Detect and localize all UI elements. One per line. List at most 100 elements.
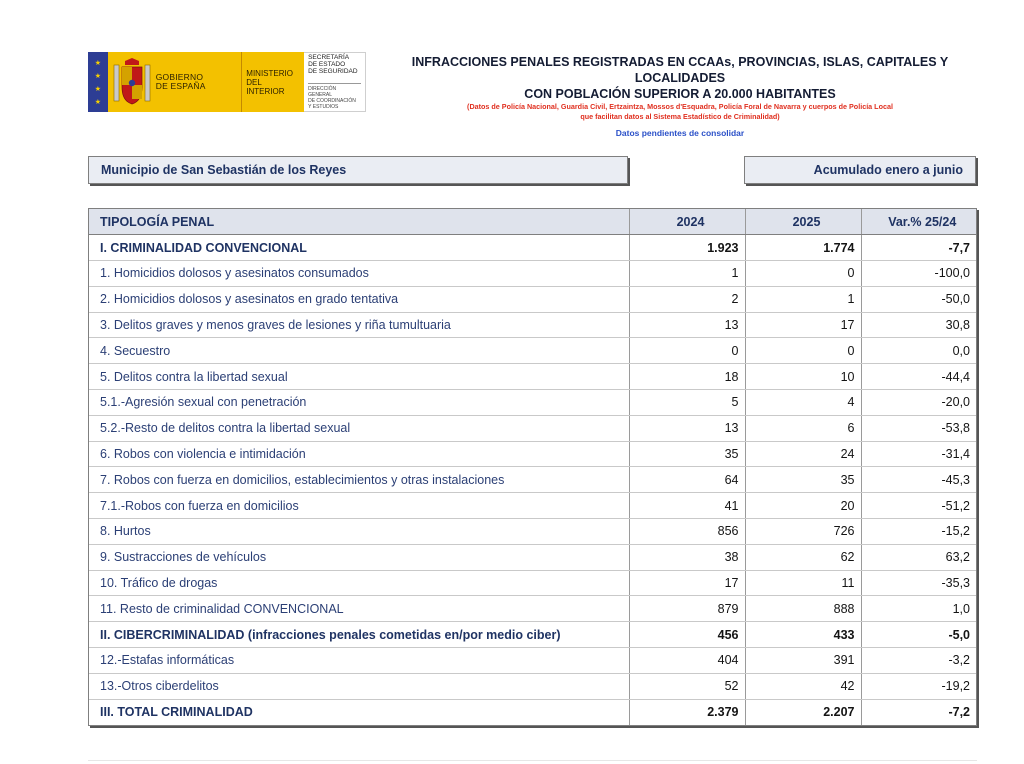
variation-value: 0,0 bbox=[861, 337, 976, 365]
row-label: 13.-Otros ciberdelitos bbox=[89, 673, 630, 700]
row-label: I. CRIMINALIDAD CONVENCIONAL bbox=[89, 234, 630, 262]
data-source-line2: que facilitan datos al Sistema Estadísti… bbox=[580, 111, 780, 121]
value-2024: 404 bbox=[629, 647, 746, 674]
table-row: 2. Homicidios dolosos y asesinatos en gr… bbox=[89, 286, 976, 313]
header-variation: Var.% 25/24 bbox=[861, 209, 976, 236]
table-row: 10. Tráfico de drogas 17 11 -35,3 bbox=[89, 570, 976, 597]
value-2024: 52 bbox=[629, 673, 746, 700]
variation-value: -15,2 bbox=[861, 518, 976, 545]
municipality-box: Municipio de San Sebastián de los Reyes bbox=[88, 156, 628, 184]
table-row: 9. Sustracciones de vehículos 38 62 63,2 bbox=[89, 544, 976, 571]
value-2025: 726 bbox=[745, 518, 862, 545]
government-logo: ★ ★ ★ ★ GOBIERNO DE ESPAÑA MINISTERIO DEL I… bbox=[88, 52, 366, 112]
value-2024: 13 bbox=[629, 312, 746, 339]
value-2024: 35 bbox=[629, 441, 746, 468]
value-2024: 0 bbox=[629, 337, 746, 365]
value-2024: 5 bbox=[629, 389, 746, 416]
header-2024: 2024 bbox=[629, 209, 746, 236]
row-label: 2. Homicidios dolosos y asesinatos en gr… bbox=[89, 286, 630, 313]
table-section-row: II. CIBERCRIMINALIDAD (infracciones pena… bbox=[89, 621, 976, 649]
value-2024: 1 bbox=[629, 260, 746, 287]
variation-value: -35,3 bbox=[861, 570, 976, 597]
row-label: 5.1.-Agresión sexual con penetración bbox=[89, 389, 630, 416]
row-label: III. TOTAL CRIMINALIDAD bbox=[89, 699, 630, 725]
value-2024: 17 bbox=[629, 570, 746, 597]
value-2025: 2.207 bbox=[745, 699, 862, 725]
value-2024: 1.923 bbox=[629, 234, 746, 262]
value-2025: 11 bbox=[745, 570, 862, 597]
row-label: 10. Tráfico de drogas bbox=[89, 570, 630, 597]
secretariat-panel: SECRETARÍA DE ESTADO DE SEGURIDAD DIRECC… bbox=[304, 52, 366, 112]
table-row: 7. Robos con fuerza en domicilios, estab… bbox=[89, 466, 976, 494]
directorate-text: DIRECCIÓN GENERAL DE COORDINACIÓN Y ESTU… bbox=[308, 83, 361, 110]
variation-value: 30,8 bbox=[861, 312, 976, 339]
variation-value: 1,0 bbox=[861, 595, 976, 623]
table-header-row: TIPOLOGÍA PENAL 2024 2025 Var.% 25/24 bbox=[89, 209, 976, 236]
row-label: 12.-Estafas informáticas bbox=[89, 647, 630, 674]
table-row: 8. Hurtos 856 726 -15,2 bbox=[89, 518, 976, 545]
report-title-line1: INFRACCIONES PENALES REGISTRADAS EN CCAA… bbox=[411, 55, 949, 85]
row-label: 7. Robos con fuerza en domicilios, estab… bbox=[89, 466, 630, 494]
variation-value: -7,7 bbox=[861, 234, 976, 262]
row-label: 1. Homicidios dolosos y asesinatos consu… bbox=[89, 260, 630, 287]
data-source-line1: (Datos de Policía Nacional, Guardia Civi… bbox=[467, 102, 893, 111]
secretariat-text: SECRETARÍA DE ESTADO DE SEGURIDAD bbox=[308, 54, 358, 75]
coat-of-arms-icon bbox=[113, 58, 151, 105]
table-row: 5.2.-Resto de delitos contra la libertad… bbox=[89, 415, 976, 442]
header-2025: 2025 bbox=[745, 209, 862, 236]
value-2025: 20 bbox=[745, 492, 862, 520]
value-2025: 42 bbox=[745, 673, 862, 700]
table-row: 5. Delitos contra la libertad sexual 18 10… bbox=[89, 363, 976, 391]
table-row: 7.1.-Robos con fuerza en domicilios 41 20-… bbox=[89, 492, 976, 520]
value-2024: 64 bbox=[629, 466, 746, 494]
variation-value: 63,2 bbox=[861, 544, 976, 571]
value-2025: 4 bbox=[745, 389, 862, 416]
table-row: 6. Robos con violencia e intimidación 35 2… bbox=[89, 441, 976, 468]
ministry-text: MINISTERIO DEL INTERIOR bbox=[246, 68, 293, 96]
variation-value: -3,2 bbox=[861, 647, 976, 674]
variation-value: -51,2 bbox=[861, 492, 976, 520]
row-label: 7.1.-Robos con fuerza en domicilios bbox=[89, 492, 630, 520]
row-label: 8. Hurtos bbox=[89, 518, 630, 545]
value-2025: 10 bbox=[745, 363, 862, 391]
row-label: 3. Delitos graves y menos graves de lesi… bbox=[89, 312, 630, 339]
pending-note: Datos pendientes de consolidar bbox=[615, 128, 745, 138]
ministry-panel: MINISTERIO DEL INTERIOR bbox=[241, 52, 305, 112]
variation-value: -100,0 bbox=[861, 260, 976, 287]
variation-value: -20,0 bbox=[861, 389, 976, 416]
value-2025: 1 bbox=[745, 286, 862, 313]
table-section-row: I. CRIMINALIDAD CONVENCIONAL 1.923 1.774 -7… bbox=[89, 234, 976, 262]
table-row: 5.1.-Agresión sexual con penetración 5 4 -2… bbox=[89, 389, 976, 416]
government-logo-panel: GOBIERNO DE ESPAÑA bbox=[107, 52, 242, 112]
header-tipologia: TIPOLOGÍA PENAL bbox=[89, 209, 630, 236]
value-2024: 13 bbox=[629, 415, 746, 442]
value-2024: 38 bbox=[629, 544, 746, 571]
variation-value: -7,2 bbox=[948, 705, 970, 720]
value-2025: 888 bbox=[745, 595, 862, 623]
value-2025: 17 bbox=[745, 312, 862, 339]
value-2024: 2 bbox=[629, 286, 746, 313]
row-label: 9. Sustracciones de vehículos bbox=[89, 544, 630, 571]
value-2024: 879 bbox=[629, 595, 746, 623]
variation-value: -31,4 bbox=[861, 441, 976, 468]
row-label: II. CIBERCRIMINALIDAD (infracciones pena… bbox=[89, 621, 630, 649]
value-2025: 1.774 bbox=[745, 234, 862, 262]
municipality-label: Municipio de San Sebastián de los Reyes bbox=[101, 163, 347, 177]
value-2025: 0 bbox=[745, 337, 862, 365]
government-text: GOBIERNO DE ESPAÑA bbox=[155, 72, 206, 91]
value-2025: 62 bbox=[745, 544, 862, 571]
variation-value: -50,0 bbox=[861, 286, 976, 313]
variation-value: -44,4 bbox=[861, 363, 976, 391]
row-label: 11. Resto de criminalidad CONVENCIONAL bbox=[89, 595, 630, 623]
table-row: 3. Delitos graves y menos graves de lesi… bbox=[89, 312, 976, 339]
value-2024: 18 bbox=[629, 363, 746, 391]
variation-value: -5,0 bbox=[861, 621, 976, 649]
value-2025: 391 bbox=[745, 647, 862, 674]
eu-flag-icon: ★ ★ ★ ★ bbox=[88, 52, 108, 112]
period-box: Acumulado enero a junio bbox=[744, 156, 976, 184]
value-2025: 433 bbox=[745, 621, 862, 649]
variation-value: -53,8 bbox=[861, 415, 976, 442]
report-title-line2: CON POBLACIÓN SUPERIOR A 20.000 HABITANT… bbox=[524, 87, 836, 101]
value-2024: 2.379 bbox=[629, 699, 746, 725]
row-label: 6. Robos con violencia e intimidación bbox=[89, 441, 630, 468]
